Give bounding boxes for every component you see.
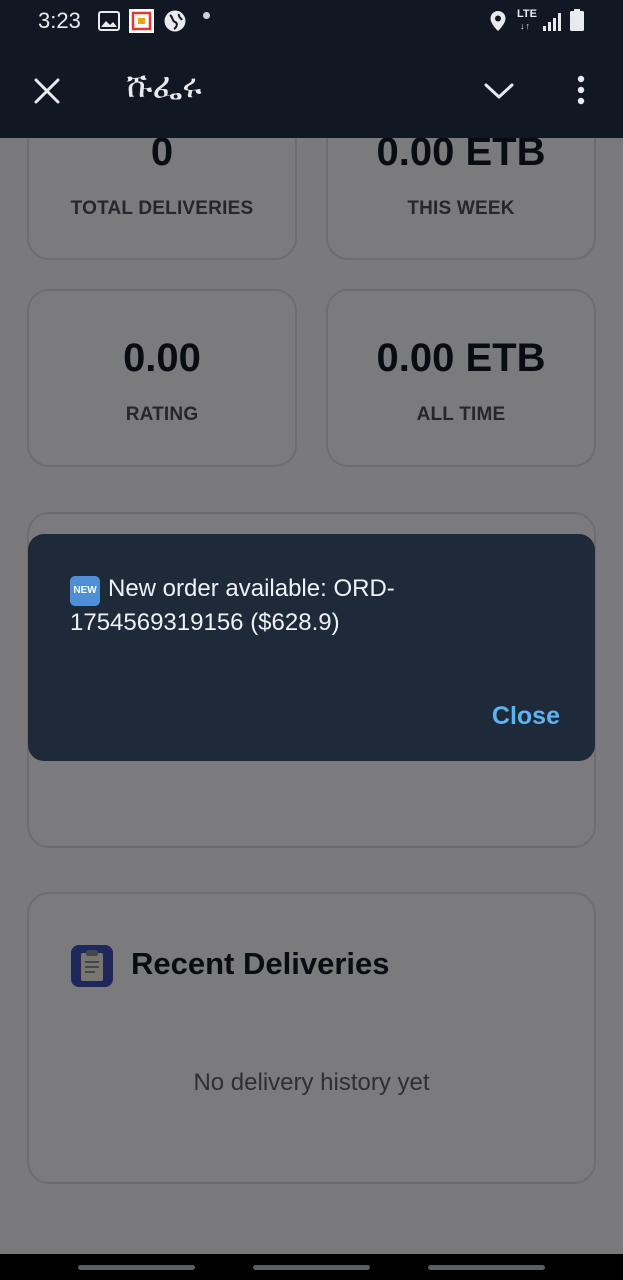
location-icon	[490, 11, 506, 31]
app-bar: ሹፌሩ	[0, 42, 623, 138]
app-title: ሹፌሩ	[126, 66, 202, 106]
chevron-down-icon[interactable]	[484, 82, 514, 100]
nav-recents-button[interactable]	[78, 1265, 195, 1270]
more-vert-icon[interactable]	[575, 75, 587, 105]
dialog-message: NEW New order available: ORD-175456931915…	[70, 572, 560, 640]
vpn-globe-icon	[164, 10, 186, 32]
close-button[interactable]: Close	[492, 702, 560, 731]
battery-icon	[570, 9, 584, 31]
network-activity: ↓↑	[520, 21, 531, 31]
status-bar: 3:23 LTE ↓↑	[0, 0, 623, 42]
close-icon[interactable]	[34, 78, 60, 104]
network-type: LTE	[517, 8, 537, 20]
app-notification-icon	[129, 9, 154, 33]
nav-home-button[interactable]	[253, 1265, 370, 1270]
image-icon	[98, 11, 120, 31]
system-nav-bar	[0, 1254, 623, 1280]
status-time: 3:23	[38, 8, 81, 33]
signal-icon	[543, 13, 561, 31]
dialog-message-text: New order available: ORD-1754569319156 (…	[70, 575, 395, 636]
new-badge-icon: NEW	[70, 576, 100, 606]
notification-dot	[203, 12, 210, 19]
nav-back-button[interactable]	[428, 1265, 545, 1270]
new-order-dialog: NEW New order available: ORD-175456931915…	[28, 534, 595, 761]
